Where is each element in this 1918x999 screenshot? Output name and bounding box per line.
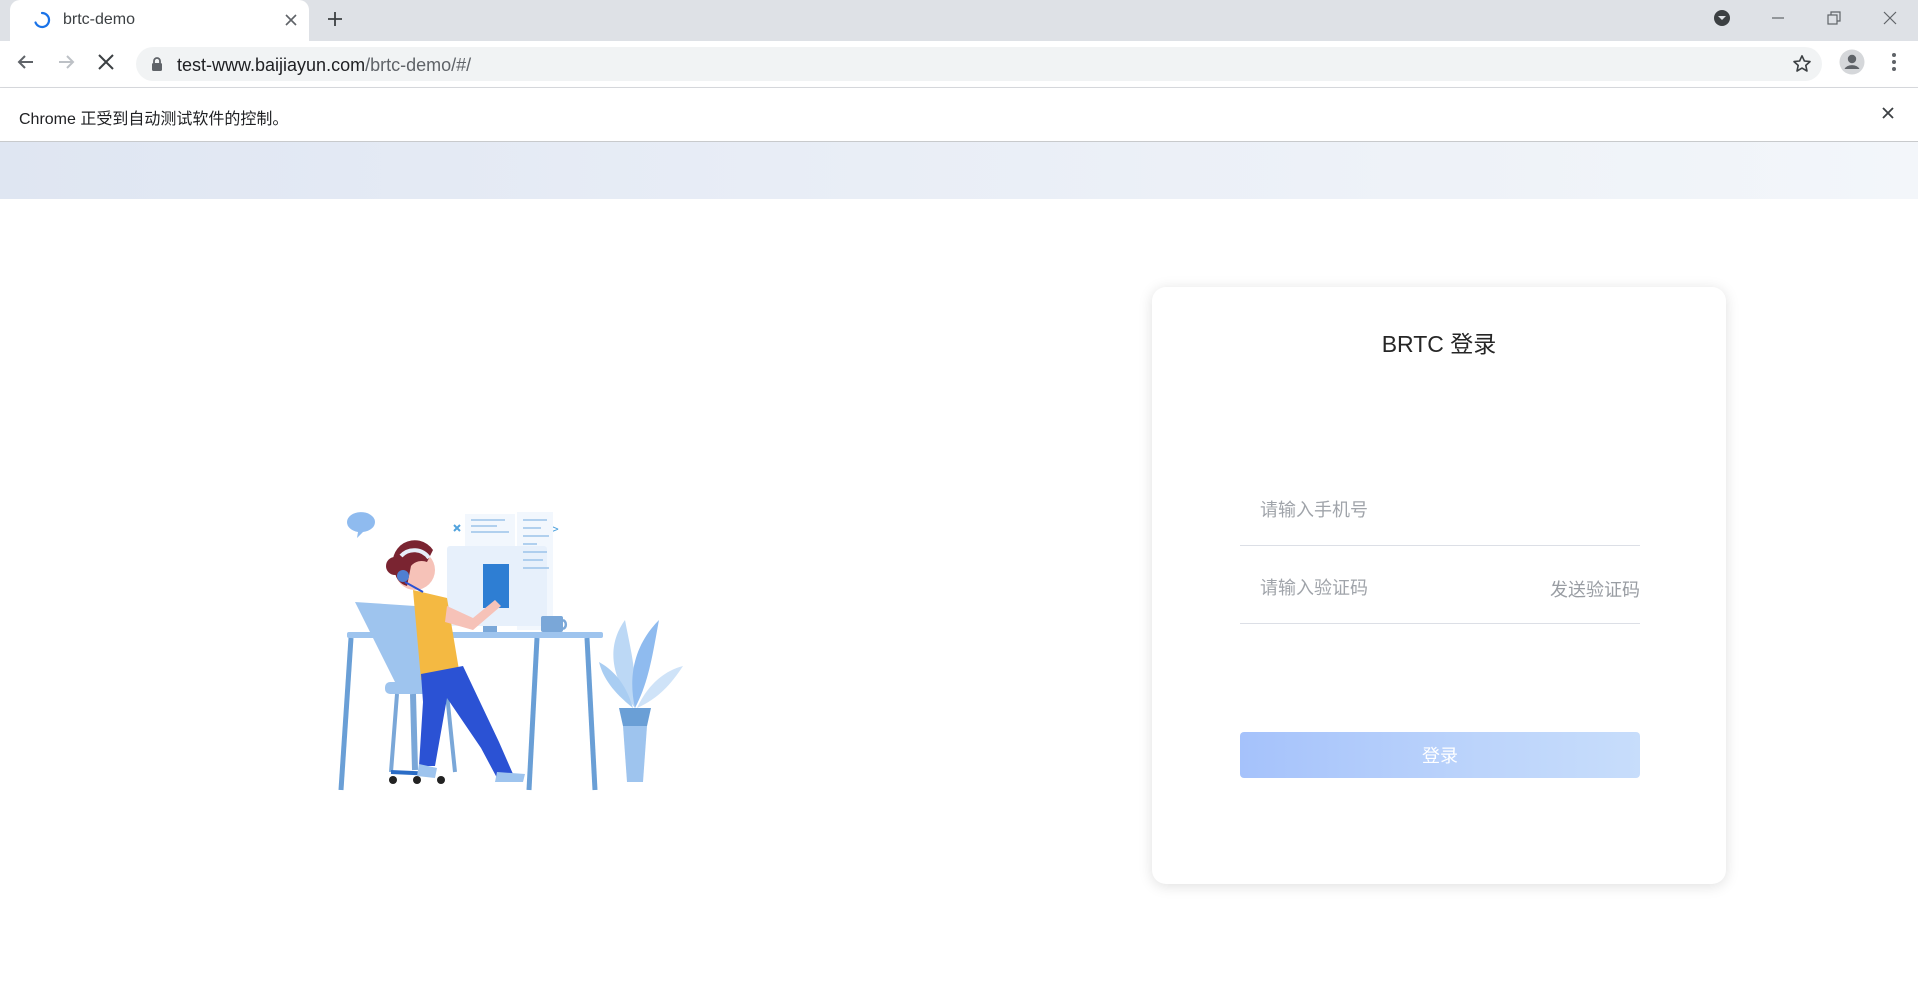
back-arrow-icon [16,52,36,77]
restore-button[interactable] [1806,0,1862,41]
loading-spinner-icon [33,11,51,29]
address-bar[interactable]: test-www.baijiayun.com/brtc-demo/#/ [136,47,1822,81]
login-title: BRTC 登录 [1381,331,1497,357]
forward-arrow-icon [56,52,76,77]
phone-field [1240,469,1640,546]
new-tab-button[interactable] [320,6,350,36]
tab-strip: brtc-demo [0,0,1918,41]
infobar-close-button[interactable] [1873,100,1903,130]
menu-button[interactable] [1879,49,1909,79]
automation-infobar: Chrome 正受到自动测试软件的控制。 [0,88,1918,142]
stop-loading-button[interactable] [91,49,121,79]
url-text: test-www.baijiayun.com/brtc-demo/#/ [177,55,471,76]
url-host: test-www.baijiayun.com [177,55,366,75]
url-path: /brtc-demo/#/ [365,55,472,75]
minimize-button[interactable] [1750,0,1806,41]
more-vert-icon [1891,52,1897,77]
code-field: 发送验证码 [1240,547,1640,624]
browser-toolbar: test-www.baijiayun.com/brtc-demo/#/ [0,41,1918,88]
infobar-message: Chrome 正受到自动测试软件的控制。 [19,111,289,128]
profile-avatar-icon [1839,49,1865,80]
stop-loading-icon [97,53,115,76]
lock-icon[interactable] [150,56,164,77]
send-code-button[interactable]: 发送验证码 [1550,576,1640,602]
phone-input[interactable] [1258,495,1522,525]
close-window-icon [1883,11,1897,30]
back-button[interactable] [11,49,41,79]
minimize-icon [1771,11,1785,30]
tab-title: brtc-demo [63,11,136,28]
developer-illustration: </> [338,512,683,791]
browser-tab[interactable]: brtc-demo [10,0,309,41]
page-content: </> [0,142,1918,999]
star-icon[interactable] [1792,54,1812,79]
profile-dropdown-icon [1713,9,1731,32]
header-banner [0,142,1918,199]
plus-icon [327,11,343,32]
profile-button[interactable] [1837,49,1867,79]
verification-code-input[interactable] [1258,573,1522,603]
profile-dropdown-button[interactable] [1694,0,1750,41]
close-icon [1882,106,1894,124]
login-card: BRTC 登录 发送验证码 登录 [1152,287,1726,884]
restore-icon [1827,11,1841,30]
close-window-button[interactable] [1862,0,1918,41]
login-button[interactable]: 登录 [1240,732,1640,778]
close-icon[interactable] [278,7,304,33]
forward-button[interactable] [51,49,81,79]
